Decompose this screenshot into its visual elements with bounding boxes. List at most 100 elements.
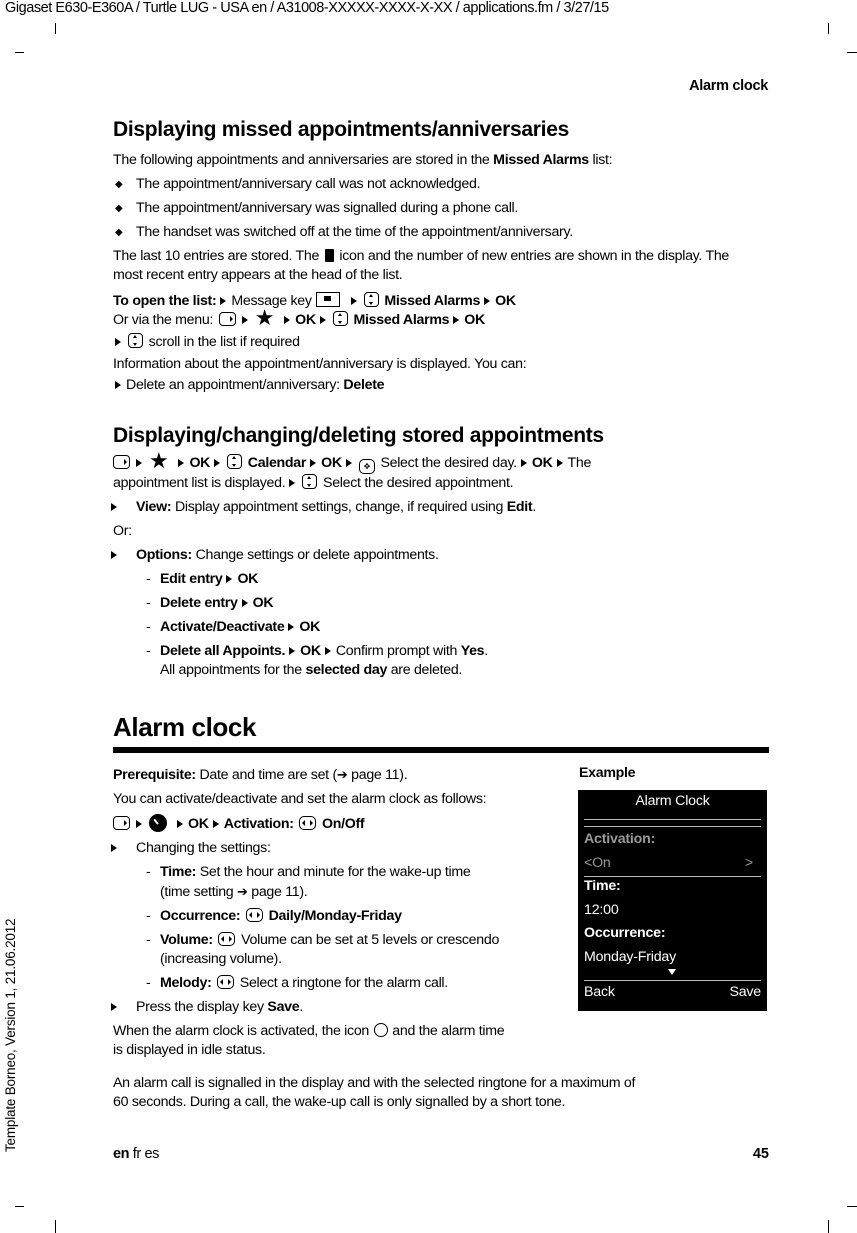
- text: Select the desired appointment.: [323, 475, 514, 491]
- text: The last 10 entries are stored. The: [113, 248, 323, 264]
- view-option: View:: [136, 499, 172, 515]
- text: Select a ringtone for the alarm call.: [236, 975, 448, 991]
- diamond-bullet-icon: ◆: [115, 227, 123, 238]
- missed-alarms-menu: Missed Alarms: [353, 312, 450, 328]
- dash-bullet: -: [146, 619, 151, 635]
- missed-alarms-term: Missed Alarms: [493, 152, 589, 168]
- occurrence-field-label: Occurrence:: [584, 925, 666, 941]
- occurrence-label: Occurrence:: [160, 908, 241, 924]
- template-version-label: Template Borneo, Version 1, 21.06.2012: [3, 918, 18, 1152]
- edit-key: Edit: [506, 499, 533, 515]
- handset-display-example: Alarm Clock Activation: <On > Time: 12:0…: [578, 790, 767, 1011]
- page-reference-link[interactable]: page 11).: [248, 884, 308, 900]
- navigation-left-right-icon: [218, 932, 236, 946]
- activation-field-value[interactable]: <On: [584, 855, 611, 871]
- navigation-up-down-icon: [332, 311, 348, 326]
- bullet-item: ◆ The appointment/anniversary call was no…: [113, 175, 769, 194]
- ok-key: OK: [252, 595, 274, 611]
- step-arrow-icon: [111, 844, 117, 852]
- dash-bullet: -: [146, 864, 151, 880]
- step-arrow-icon: [111, 1003, 117, 1011]
- step-arrow-icon: [226, 575, 233, 583]
- diamond-bullet-icon: ◆: [115, 179, 123, 190]
- view-step: View: Display appointment settings, chan…: [111, 498, 769, 517]
- navigation-left-right-icon: [245, 908, 263, 922]
- selected-day-term: selected day: [305, 662, 388, 678]
- text: and the alarm time: [388, 1023, 505, 1039]
- time-field-value[interactable]: 12:00: [584, 902, 619, 918]
- step-arrow-icon: [214, 459, 221, 467]
- back-softkey[interactable]: Back: [584, 984, 615, 1000]
- text: scroll in the list if required: [148, 334, 300, 350]
- alarm-clock-instructions: Prerequisite: Date and time are set (➔ p…: [111, 765, 563, 1060]
- text: is displayed in idle status.: [113, 1042, 266, 1058]
- step-arrow-icon: [319, 316, 326, 324]
- occurrence-field-value[interactable]: Monday-Friday: [584, 949, 676, 965]
- step-arrow-icon: [288, 623, 295, 631]
- text: Confirm prompt with: [335, 643, 461, 659]
- missed-alarms-menu: Missed Alarms: [384, 293, 481, 309]
- navigation-up-down-icon: [363, 292, 379, 307]
- dash-bullet: -: [146, 643, 151, 659]
- activated-paragraph: When the alarm clock is activated, the i…: [113, 1022, 563, 1060]
- navigation-right-icon: [113, 455, 130, 469]
- step-arrow-icon: [136, 459, 142, 467]
- divider: [584, 819, 761, 820]
- alarm-status-icon: [373, 1023, 388, 1037]
- delete-key: Delete: [343, 377, 385, 393]
- text: Delete an appointment/anniversary:: [126, 377, 344, 393]
- text: Select the desired day.: [380, 455, 517, 471]
- open-list-instruction: To open the list: Message key Missed Alar…: [113, 292, 769, 311]
- setting-item-melody: - Melody: Select a ringtone for the alarm…: [113, 974, 563, 993]
- step-arrow-icon: [241, 316, 248, 324]
- text: The following appointments and anniversa…: [113, 152, 494, 168]
- text: The: [567, 455, 592, 471]
- screen-title: Alarm Clock: [635, 793, 710, 809]
- step-arrow-icon: [284, 316, 291, 324]
- step-arrow-icon: [178, 459, 185, 467]
- activate-intro: You can activate/deactivate and set the …: [113, 791, 487, 807]
- step-arrow-icon: [520, 459, 527, 467]
- ok-key: OK: [300, 643, 321, 659]
- ok-key: OK: [189, 455, 211, 471]
- intro-paragraph: The following appointments and anniversa…: [113, 151, 769, 170]
- activation-next-arrow[interactable]: >: [745, 855, 753, 871]
- dash-bullet: -: [146, 595, 151, 611]
- page-reference-arrow-icon: ➔: [336, 767, 348, 782]
- alarm-clock-icon: [149, 814, 167, 832]
- step-arrow-icon: [289, 479, 296, 487]
- section-title: Displaying/changing/deleting stored appo…: [113, 424, 604, 447]
- text: list:: [588, 152, 613, 168]
- text: are deleted.: [387, 662, 463, 678]
- step-arrow-icon: [220, 297, 227, 305]
- navigation-up-down-icon: [227, 454, 243, 469]
- prerequisite-label: Prerequisite:: [113, 767, 196, 783]
- star-icon: ★: [254, 305, 275, 330]
- step-arrow-icon: [289, 647, 296, 655]
- crop-mark: [55, 1220, 56, 1233]
- save-softkey[interactable]: Save: [729, 984, 761, 1000]
- current-language: en: [113, 1146, 130, 1162]
- step-arrow-icon: [115, 381, 121, 389]
- calendar-path: ★ OK Calendar OK ✥ Select the desired day. O…: [113, 450, 769, 474]
- text: Change settings or delete appointments.: [191, 547, 439, 563]
- prerequisite: Prerequisite: Date and time are set (➔ p…: [113, 765, 563, 785]
- divider: [584, 980, 761, 981]
- page-reference-link[interactable]: page 11).: [348, 767, 408, 783]
- navigation-4way-icon: ✥: [358, 459, 375, 474]
- text: Or via the menu:: [113, 312, 214, 328]
- open-list-label: To open the list:: [113, 293, 217, 309]
- message-key-icon: [315, 292, 340, 307]
- crop-mark: [847, 52, 857, 53]
- ok-key: OK: [295, 312, 316, 328]
- navigation-left-right-icon: [299, 816, 317, 830]
- ok-key: OK: [531, 455, 553, 471]
- or-label: Or:: [113, 523, 132, 539]
- scroll-instruction: scroll in the list if required: [113, 333, 769, 352]
- info-paragraph: Information about the appointment/annive…: [113, 356, 527, 372]
- step-arrow-icon: [212, 820, 219, 828]
- text: All appointments for the: [160, 662, 306, 678]
- chapter-rule: [113, 747, 769, 753]
- diamond-bullet-icon: ◆: [115, 203, 123, 214]
- section-missed-appointments: Displaying missed appointments/anniversa…: [113, 117, 769, 395]
